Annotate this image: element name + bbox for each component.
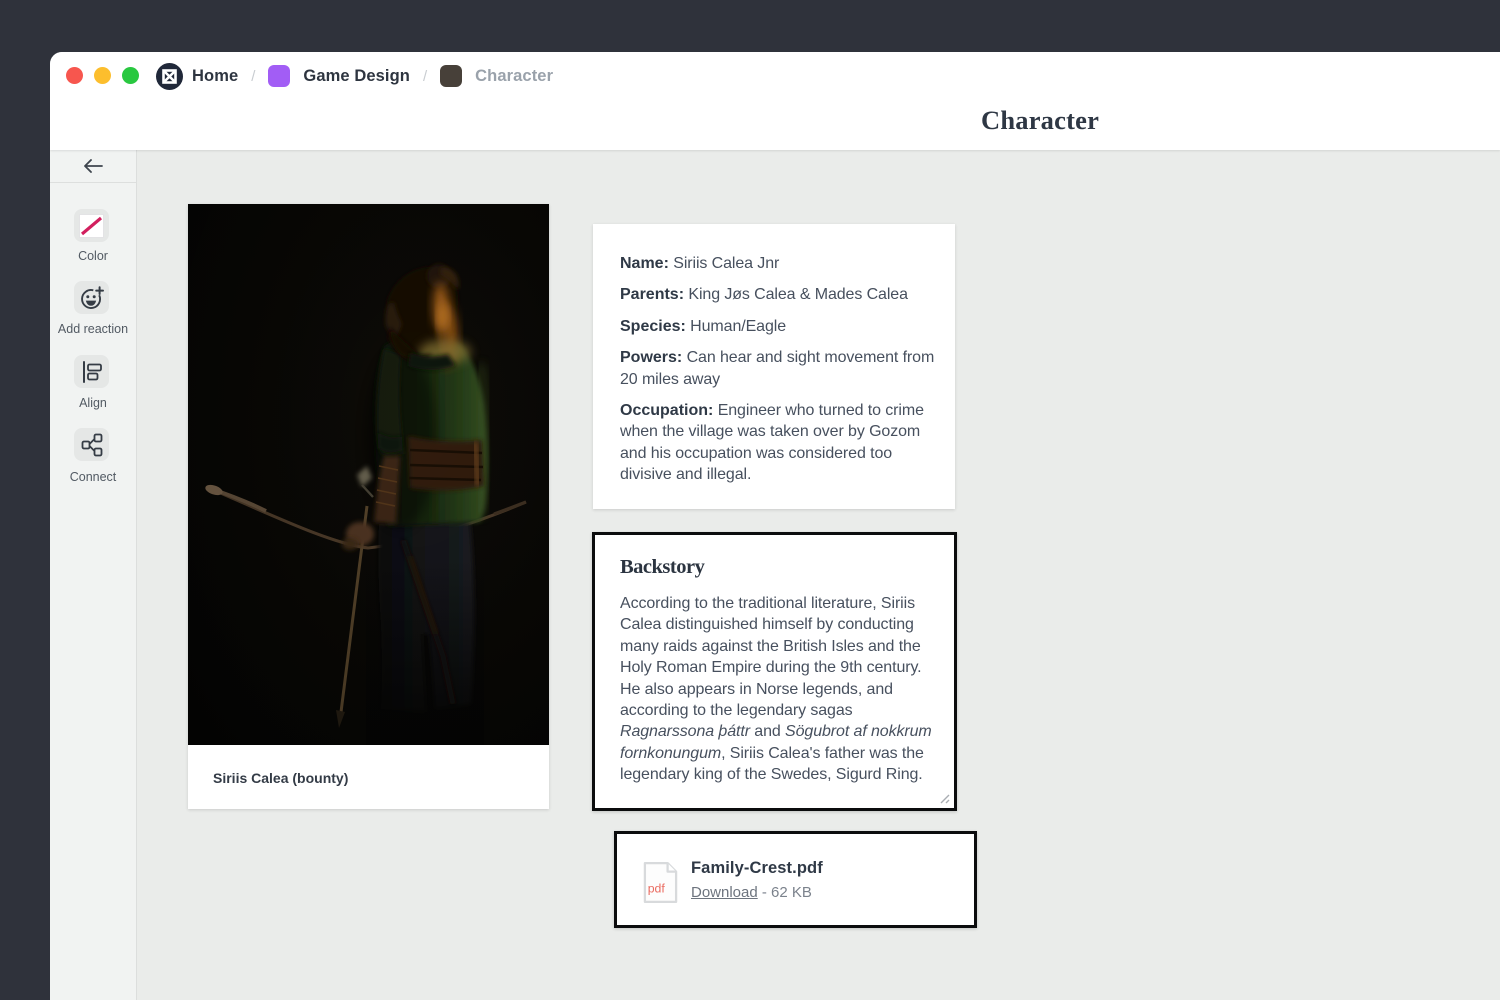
svg-text:pdf: pdf — [648, 881, 666, 895]
